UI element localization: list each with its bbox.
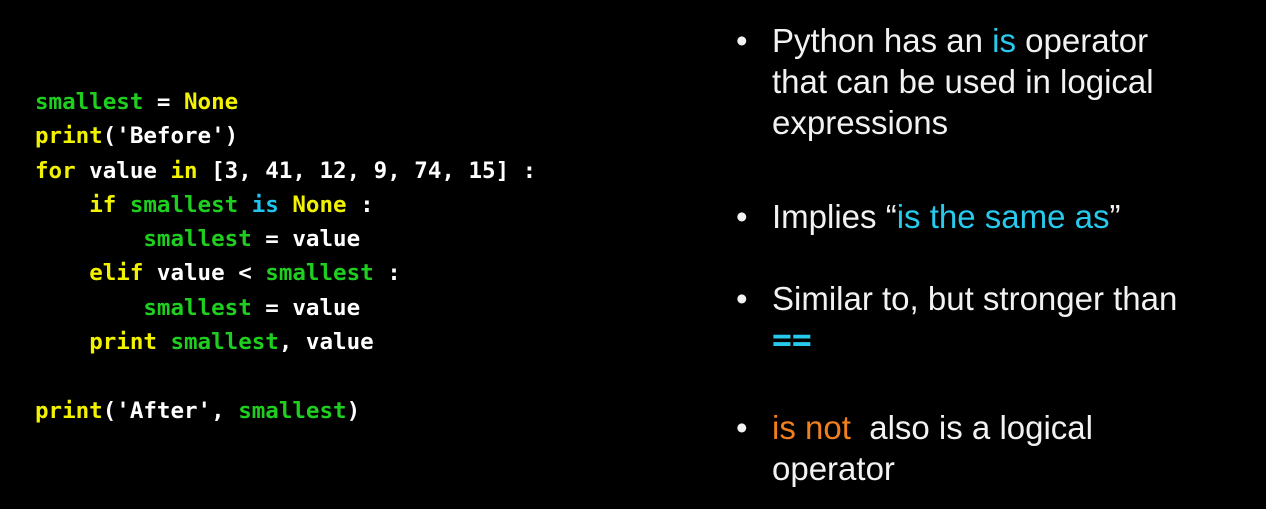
code-token: value < — [143, 260, 266, 287]
bullet-line: Python has an is operator — [772, 20, 1246, 61]
bullet-dot-icon: • — [736, 198, 748, 235]
bullet-dot-icon: • — [736, 409, 748, 446]
code-token: elif — [89, 260, 144, 287]
code-token: = value — [251, 226, 361, 253]
code-token: for — [35, 157, 76, 184]
code-line: print('Before') — [35, 119, 536, 153]
code-line: elif value < smallest : — [35, 256, 536, 290]
code-token: : — [373, 260, 401, 287]
code-line: for value in [3, 41, 12, 9, 74, 15] : — [35, 154, 536, 188]
code-line: smallest = None — [35, 85, 536, 119]
highlight-is-not: is not — [772, 409, 851, 446]
code-line: if smallest is None : — [35, 188, 536, 222]
bullet-text: Python has an is operator that can be us… — [772, 20, 1246, 143]
code-token: print — [89, 329, 157, 356]
bullet-line: operator — [772, 450, 895, 487]
code-token: None — [184, 89, 239, 115]
bullet-dot-icon: • — [736, 22, 748, 59]
highlight-is: is — [992, 22, 1016, 59]
bullet-line: that can be used in logical — [772, 63, 1154, 100]
code-token: ) — [346, 397, 361, 424]
code-token: smallest — [265, 260, 374, 287]
highlight-equals-operator: == — [772, 320, 812, 359]
bullet-text-fragment: ” — [1109, 198, 1121, 235]
code-line: smallest = value — [35, 222, 536, 256]
bullet-text-fragment: Python has an — [772, 22, 993, 59]
code-token: print — [35, 123, 103, 150]
code-token: smallest — [238, 397, 347, 424]
bullet-line: is not also is a logical — [772, 407, 1246, 448]
bullet-line: Similar to, but stronger than — [772, 280, 1178, 317]
code-token: None — [292, 191, 347, 218]
code-token: = — [143, 89, 185, 115]
code-token: smallest — [35, 89, 144, 115]
bullet-dot-icon: • — [736, 280, 748, 317]
code-token: smallest — [170, 329, 279, 356]
bullet-text: Similar to, but stronger than == — [772, 278, 1246, 360]
code-token: print — [35, 397, 103, 424]
bullet-text-fragment: operator — [1016, 22, 1149, 59]
code-token: , value — [278, 329, 374, 356]
bullet-line: expressions — [772, 104, 949, 141]
code-block: smallest = None print('Before') for value … — [35, 85, 536, 428]
code-token: smallest — [143, 226, 252, 253]
code-token: smallest — [129, 191, 239, 218]
code-token: value — [75, 157, 171, 184]
code-token: smallest — [143, 294, 252, 321]
slide: smallest = None print('Before') for value … — [0, 0, 1266, 509]
bullet-text-fragment: Implies “ — [772, 198, 897, 235]
code-line: print('After', smallest) — [35, 394, 536, 428]
code-line: print smallest, value — [35, 325, 536, 359]
code-token: is — [251, 191, 279, 218]
bullet-text-fragment: also is a logical — [850, 409, 1093, 446]
bullet-line: Implies “is the same as” — [772, 196, 1246, 237]
code-token: in — [170, 157, 198, 184]
highlight-is-the-same-as: is the same as — [896, 198, 1110, 235]
code-token: ('After', — [102, 397, 239, 424]
code-token: ('Before') — [102, 123, 239, 150]
bullet-line: == — [772, 319, 1246, 360]
code-token: if — [89, 191, 117, 218]
code-line: smallest = value — [35, 291, 536, 325]
code-token: : — [346, 191, 374, 218]
bullet-text: is not also is a logical operator — [772, 407, 1246, 489]
bullet-text: Implies “is the same as” — [772, 196, 1246, 237]
code-token: [3, 41, 12, 9, 74, 15] : — [197, 157, 537, 184]
code-token: = value — [251, 294, 361, 321]
